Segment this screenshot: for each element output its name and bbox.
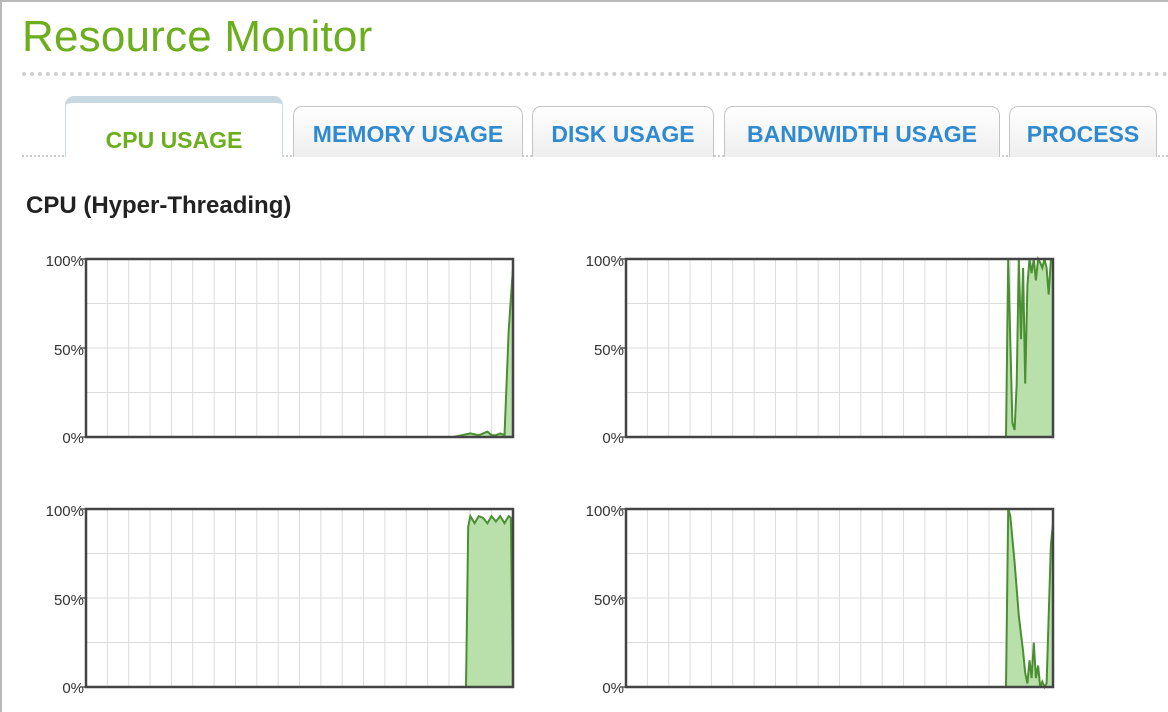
cpu-chart-plot [80, 507, 515, 689]
tab-cpu-usage[interactable]: CPU USAGE [65, 96, 283, 157]
cpu-chart-plot [80, 257, 515, 439]
tab-bandwidth-usage[interactable]: BANDWIDTH USAGE [724, 106, 1000, 157]
section-title: CPU (Hyper-Threading) [26, 192, 292, 219]
cpu-chart-1: 100% 50% 0% [28, 250, 515, 450]
title-divider [22, 72, 1168, 76]
cpu-chart-plot [620, 255, 1055, 439]
tab-disk-usage[interactable]: DISK USAGE [532, 106, 714, 157]
cpu-chart-plot [620, 507, 1055, 690]
tab-process[interactable]: PROCESS [1009, 106, 1157, 157]
cpu-chart-4: 100% 50% 0% [568, 500, 1055, 700]
app-title: Resource Monitor [22, 12, 373, 61]
tab-memory-usage[interactable]: MEMORY USAGE [293, 106, 523, 157]
cpu-chart-2: 100% 50% 0% [568, 250, 1055, 450]
cpu-chart-3: 100% 50% 0% [28, 500, 515, 700]
